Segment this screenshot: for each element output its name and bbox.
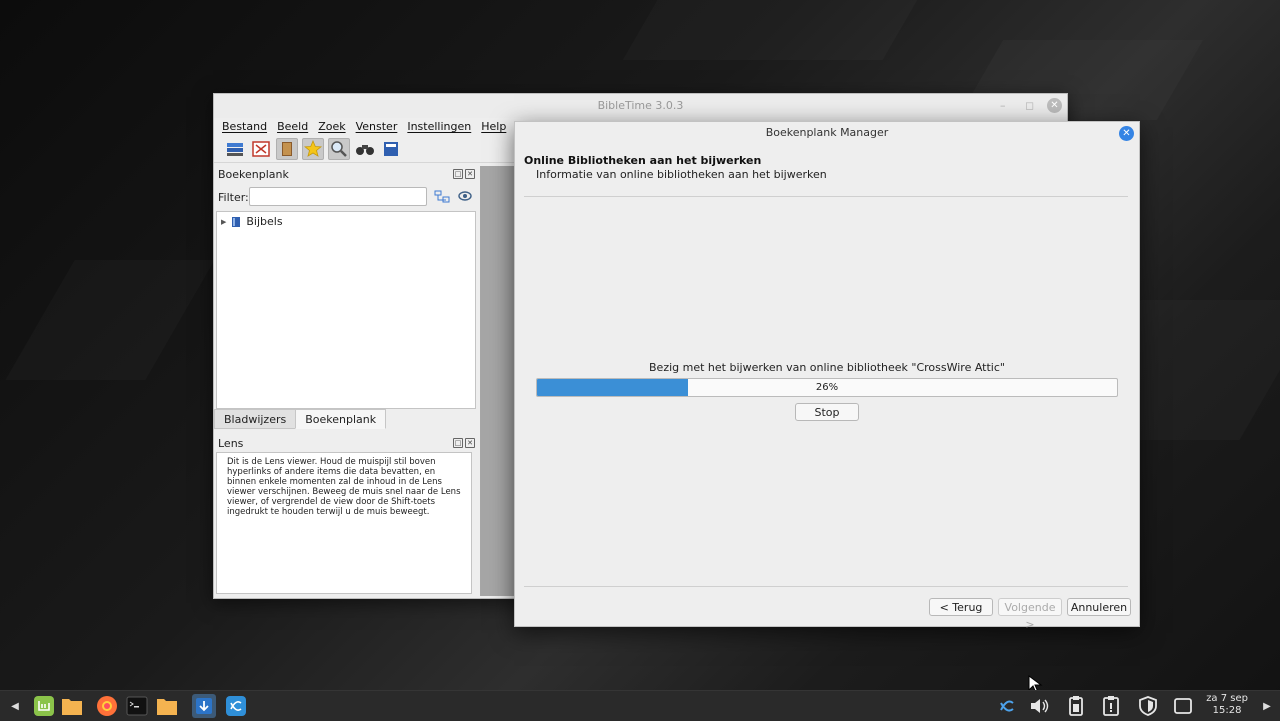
lens-dock-title: Lens [218,437,244,450]
star-icon [304,140,322,157]
bookshelf-dock-title: Boekenplank [218,168,289,181]
show-desktop-icon[interactable] [1171,694,1195,718]
menu-button[interactable] [32,694,56,718]
clock-date: za 7 sep [1206,693,1248,704]
progress-label: 26% [815,382,839,393]
dialog-heading: Online Bibliotheken aan het bijwerken [524,154,762,167]
firefox-icon [97,696,117,716]
bible-book-icon [232,216,241,227]
show-bookshelf-button[interactable] [276,138,298,160]
files-window-button[interactable] [155,694,179,718]
binoculars-icon [356,145,374,155]
dialog-subheading: Informatie van online bibliotheken aan h… [536,168,827,181]
bookshelf-manager-button[interactable] [224,138,246,160]
clipboard-icon[interactable] [1064,694,1088,718]
menu-help[interactable]: Help [481,118,506,136]
folder-icon [62,699,82,715]
grouping-icon [434,190,450,203]
bibletime-icon [226,696,246,716]
status-text: Bezig met het bijwerken van online bibli… [649,361,1005,374]
close-icon[interactable]: ✕ [1047,98,1062,113]
clock-time: 15:28 [1212,705,1242,716]
bookshelf-icon [227,143,243,156]
terminal-icon [126,696,148,716]
terminal-launcher[interactable] [125,694,149,718]
tab-bladwijzers[interactable]: Bladwijzers [214,409,297,429]
search-button[interactable] [354,138,376,160]
update-manager-icon [196,698,212,714]
tree-item-bijbels[interactable]: ▶ Bijbels [221,215,283,228]
speaker-icon [1031,699,1049,713]
eye-icon [458,191,472,201]
update-manager-window-button[interactable] [192,694,216,718]
progress-bar: 26% [536,378,1118,397]
filter-input[interactable] [249,187,427,206]
files-launcher[interactable] [60,694,84,718]
tree-item-label: Bijbels [246,215,283,228]
bibletime-tray-icon[interactable] [995,694,1019,718]
dialog-titlebar[interactable]: Boekenplank Manager ✕ [515,122,1139,144]
mint-logo-icon [34,696,54,716]
close-dock-icon[interactable]: ✕ [465,438,475,448]
close-dock-icon[interactable]: ✕ [465,169,475,179]
next-button[interactable]: Volgende > [998,598,1062,631]
cancel-button[interactable]: Annuleren [1067,598,1131,616]
lens-viewer: Dit is de Lens viewer. Houd de muispijl … [216,452,472,594]
main-titlebar[interactable]: BibleTime 3.0.3 – ◻ ✕ [214,94,1067,118]
desktop-icon [1174,698,1192,714]
wallpaper-tile [623,0,918,60]
updates-available-icon[interactable] [1099,694,1123,718]
wallpaper-tile [5,260,214,380]
panel-left-arrow-icon[interactable]: ◀ [3,694,27,718]
bookshelf-dock-controls: □ ✕ [453,169,475,179]
float-dock-icon[interactable]: □ [453,169,463,179]
folder-icon [157,699,177,715]
stop-button[interactable]: Stop [795,403,859,421]
security-shield-icon [1139,696,1157,716]
menu-beeld[interactable]: Beeld [277,118,308,136]
dialog-title: Boekenplank Manager [765,126,889,139]
dock-tabs: Bladwijzers Boekenplank [214,409,387,429]
menu-instellingen[interactable]: Instellingen [407,118,471,136]
back-button[interactable]: < Terug [929,598,993,616]
mdi-area [480,166,514,596]
lens-dock-controls: □ ✕ [453,438,475,448]
show-bookmarks-button[interactable] [302,138,324,160]
clipboard-alert-icon [1103,696,1119,716]
clock[interactable]: za 7 sep 15:28 [1206,693,1248,717]
close-icon[interactable]: ✕ [1119,126,1134,141]
menu-venster[interactable]: Venster [356,118,398,136]
grouping-button[interactable] [434,189,450,206]
firefox-launcher[interactable] [95,694,119,718]
taskbar: ◀ za 7 sep 15:28 ▶ [0,690,1280,721]
window-title: BibleTime 3.0.3 [597,99,684,112]
filter-label: Filter: [218,191,249,204]
shield-icon[interactable] [1136,694,1160,718]
show-hidden-button[interactable] [457,189,473,206]
clipboard-glyph-icon [1069,696,1083,716]
book-icon [282,142,292,156]
minimize-icon[interactable]: – [1000,94,1006,118]
magnifier-icon [331,141,347,157]
open-bible-button[interactable] [380,138,402,160]
volume-icon[interactable] [1028,694,1052,718]
bibletime-tray-glyph-icon [1000,700,1014,712]
maximize-icon[interactable]: ◻ [1025,94,1034,118]
menu-zoek[interactable]: Zoek [318,118,345,136]
fullscreen-icon [252,141,270,157]
divider [524,196,1128,197]
fullscreen-button[interactable] [250,138,272,160]
float-dock-icon[interactable]: □ [453,438,463,448]
panel-right-arrow-icon[interactable]: ▶ [1255,694,1279,718]
show-lens-button[interactable] [328,138,350,160]
bibletime-window-button[interactable] [224,694,248,718]
tab-boekenplank[interactable]: Boekenplank [295,409,387,429]
bookshelf-manager-dialog: Boekenplank Manager ✕ Online Bibliotheke… [514,121,1140,631]
bible-window-icon [384,142,398,156]
expand-arrow-icon[interactable]: ▶ [221,218,226,226]
divider [524,586,1128,587]
menu-bestand[interactable]: Bestand [222,118,267,136]
bookshelf-tree[interactable]: ▶ Bijbels [216,211,476,409]
